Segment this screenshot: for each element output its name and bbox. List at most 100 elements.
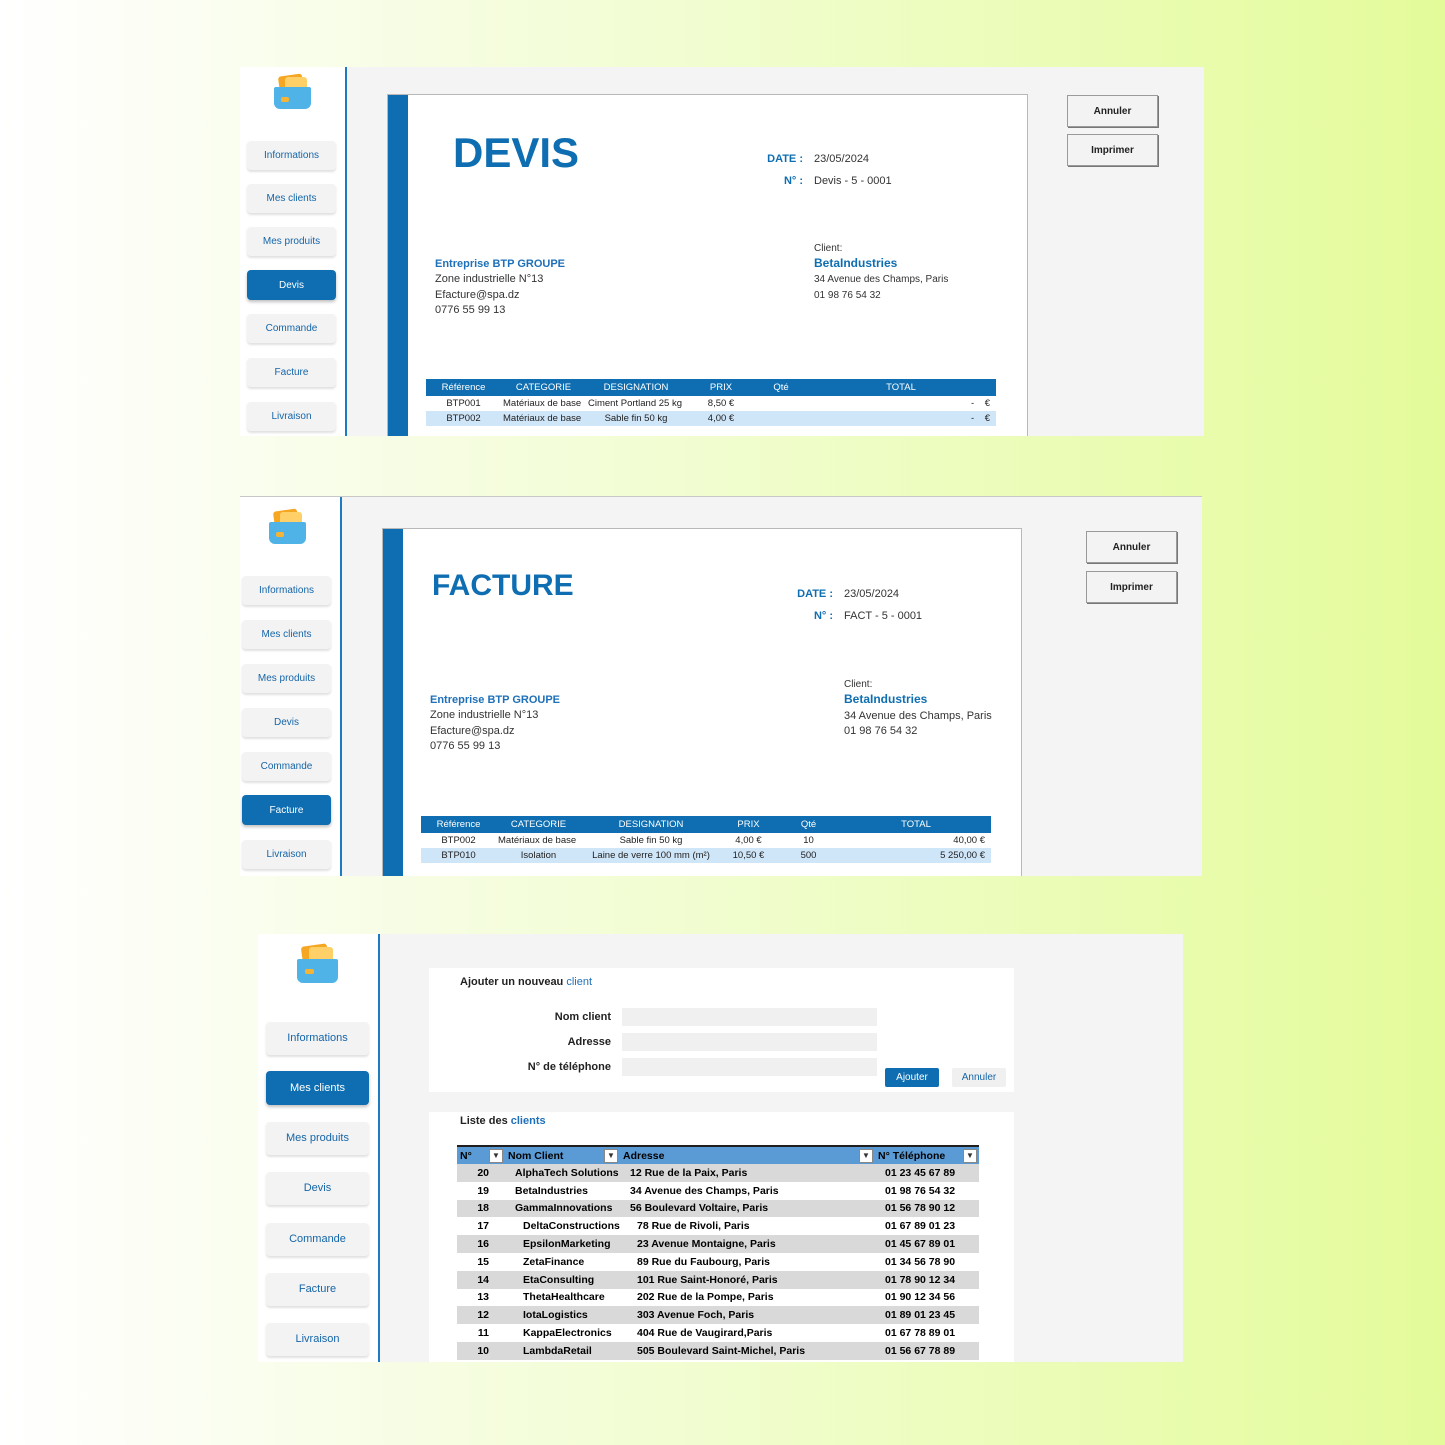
table-row[interactable]: 17 DeltaConstructions 78 Rue de Rivoli, Pa… <box>457 1217 979 1236</box>
table-row: BTP010 Isolation Laine de verre 100 mm (… <box>421 848 991 863</box>
sidebar: Informations Mes clients Mes produits De… <box>258 934 380 1362</box>
nav-commande[interactable]: Commande <box>266 1222 369 1256</box>
table-row[interactable]: 14 EtaConsulting 101 Rue Saint-Honoré, Par… <box>457 1270 979 1289</box>
cell-des: Sable fin 50 kg <box>619 835 683 846</box>
cell-address: 34 Avenue des Champs, Paris <box>620 1181 875 1200</box>
nav-informations[interactable]: Informations <box>247 140 336 170</box>
col-categorie: CATEGORIE <box>501 379 586 396</box>
number-label: N° : <box>783 175 803 187</box>
nav-commande[interactable]: Commande <box>242 751 331 781</box>
table-row: BTP001 Matériaux de base Ciment Portland… <box>426 396 996 411</box>
table-row[interactable]: 18 GammaInnovations 56 Boulevard Voltaire,… <box>457 1199 979 1218</box>
date-label: DATE : <box>797 588 833 600</box>
cell-address: 23 Avenue Montaigne, Paris <box>620 1235 875 1253</box>
add-client-card: Ajouter un nouveau client Nom client Adr… <box>429 968 1014 1092</box>
table-row[interactable]: 10 LambdaRetail 505 Boulevard Saint-Michel… <box>457 1341 979 1360</box>
col-address[interactable]: Adresse ▼ <box>620 1145 875 1164</box>
col-prix: PRIX <box>721 816 776 833</box>
nav-devis[interactable]: Devis <box>242 707 331 737</box>
document-accent-bar <box>383 529 403 876</box>
nav-facture[interactable]: Facture <box>242 795 331 825</box>
nav-mes-clients[interactable]: Mes clients <box>266 1071 369 1105</box>
cancel-client-button[interactable]: Annuler <box>952 1068 1006 1087</box>
cell-currency: € <box>984 413 990 424</box>
cell-client-name: KappaElectronics <box>505 1324 620 1342</box>
cell-phone: 01 67 89 01 23 <box>875 1217 979 1236</box>
folder-logo-icon <box>273 73 313 109</box>
document-title: FACTURE <box>432 569 574 602</box>
table-row[interactable]: 16 EpsilonMarketing 23 Avenue Montaigne, P… <box>457 1235 979 1253</box>
nav-facture[interactable]: Facture <box>247 357 336 387</box>
cell-des: Laine de verre 100 mm (m²) <box>581 848 721 863</box>
company-name: Entreprise BTP GROUPE <box>430 694 560 706</box>
col-client-name[interactable]: Nom Client ▼ <box>505 1145 620 1164</box>
nav-mes-produits[interactable]: Mes produits <box>266 1121 369 1155</box>
cell-ref: BTP001 <box>446 398 481 409</box>
nav-mes-clients[interactable]: Mes clients <box>247 183 336 213</box>
col-total: TOTAL <box>806 379 996 396</box>
col-prix: PRIX <box>686 379 756 396</box>
col-total: TOTAL <box>841 816 991 833</box>
cell-address: 303 Avenue Foch, Paris <box>620 1306 875 1325</box>
nav-mes-clients[interactable]: Mes clients <box>242 619 331 649</box>
nav-commande[interactable]: Commande <box>247 313 336 343</box>
col-phone-label: N° Téléphone <box>878 1149 946 1162</box>
print-button[interactable]: Imprimer <box>1067 134 1158 166</box>
company-address: Zone industrielle N°13 <box>430 709 539 721</box>
nav-informations[interactable]: Informations <box>242 575 331 605</box>
address-input[interactable] <box>622 1033 877 1051</box>
cell-client-name: DeltaConstructions <box>505 1217 620 1236</box>
table-row[interactable]: 12 IotaLogistics 303 Avenue Foch, Paris 01 … <box>457 1306 979 1325</box>
col-number[interactable]: N° ▼ <box>457 1145 505 1164</box>
cell-phone: 01 23 45 67 89 <box>875 1164 979 1182</box>
nav-informations[interactable]: Informations <box>266 1021 369 1055</box>
cell-client-name: EpsilonMarketing <box>505 1235 620 1253</box>
cell-cat: Matériaux de base <box>498 835 577 846</box>
cell-phone: 01 56 67 78 89 <box>875 1341 979 1360</box>
filter-dropdown-icon[interactable]: ▼ <box>489 1149 503 1163</box>
cell-address: 202 Rue de la Pompe, Paris <box>620 1288 875 1307</box>
cell-number: 17 <box>457 1217 505 1236</box>
cell-des: Ciment Portland 25 kg <box>588 398 682 409</box>
table-row: BTP002 Matériaux de base Sable fin 50 kg… <box>421 833 991 848</box>
cell-client-name: AlphaTech Solutions <box>505 1164 620 1182</box>
phone-input[interactable] <box>622 1058 877 1076</box>
nav-livraison[interactable]: Livraison <box>266 1322 369 1356</box>
table-row[interactable]: 11 KappaElectronics 404 Rue de Vaugirard,P… <box>457 1324 979 1342</box>
table-row[interactable]: 13 ThetaHealthcare 202 Rue de la Pompe, Pa… <box>457 1288 979 1307</box>
nav-mes-produits[interactable]: Mes produits <box>242 663 331 693</box>
facture-document: FACTURE DATE : 23/05/2024 N° : FACT - 5 … <box>382 528 1022 876</box>
cell-phone: 01 78 90 12 34 <box>875 1270 979 1289</box>
sidebar: Informations Mes clients Mes produits De… <box>240 67 347 436</box>
col-phone[interactable]: N° Téléphone ▼ <box>875 1145 979 1164</box>
filter-dropdown-icon[interactable]: ▼ <box>963 1149 977 1163</box>
cell-address: 101 Rue Saint-Honoré, Paris <box>620 1270 875 1289</box>
cancel-button[interactable]: Annuler <box>1086 531 1177 563</box>
document-title: DEVIS <box>453 129 580 176</box>
cell-qte <box>756 396 806 411</box>
nav-livraison[interactable]: Livraison <box>247 401 336 431</box>
cell-number: 14 <box>457 1270 505 1289</box>
filter-dropdown-icon[interactable]: ▼ <box>859 1149 873 1163</box>
name-input[interactable] <box>622 1008 877 1026</box>
add-client-button[interactable]: Ajouter <box>885 1068 939 1087</box>
clients-panel: Informations Mes clients Mes produits De… <box>258 934 1183 1362</box>
filter-dropdown-icon[interactable]: ▼ <box>604 1149 618 1163</box>
nav-mes-produits[interactable]: Mes produits <box>247 226 336 256</box>
cell-total: - <box>970 398 975 409</box>
cancel-button[interactable]: Annuler <box>1067 95 1158 127</box>
table-row[interactable]: 19 BetaIndustries 34 Avenue des Champs, Pa… <box>457 1181 979 1200</box>
table-row[interactable]: 15 ZetaFinance 89 Rue du Faubourg, Paris 01… <box>457 1252 979 1271</box>
nav-devis[interactable]: Devis <box>247 270 336 300</box>
client-name: BetaIndustries <box>844 692 928 706</box>
nav-facture[interactable]: Facture <box>266 1272 369 1306</box>
print-button[interactable]: Imprimer <box>1086 571 1177 603</box>
table-row[interactable]: 20 AlphaTech Solutions 12 Rue de la Paix, … <box>457 1164 979 1182</box>
nav-livraison[interactable]: Livraison <box>242 839 331 869</box>
nav-devis[interactable]: Devis <box>266 1171 369 1205</box>
col-qte: Qté <box>756 379 806 396</box>
cell-ref: BTP002 <box>426 411 501 426</box>
clients-list-title: Liste des clients <box>460 1115 546 1127</box>
company-address: Zone industrielle N°13 <box>435 273 544 285</box>
add-client-title: Ajouter un nouveau client <box>460 976 592 988</box>
